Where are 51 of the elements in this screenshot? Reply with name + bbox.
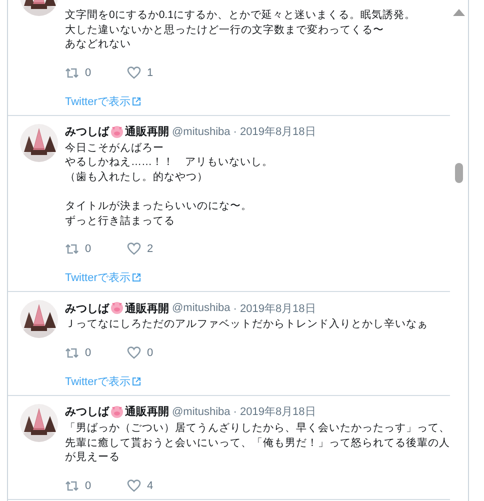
like-count: 4 <box>147 480 154 492</box>
heart-icon <box>127 66 141 80</box>
author-tag: 通販再開 <box>125 124 169 140</box>
retweet-icon <box>65 346 79 360</box>
scrollbar-thumb[interactable] <box>455 163 463 183</box>
tweet-date[interactable]: · 2019年8月18日 <box>233 300 316 316</box>
retweet-count: 0 <box>85 243 92 256</box>
author-handle[interactable]: @mitushiba <box>172 302 230 314</box>
retweet-icon <box>65 242 79 256</box>
tweet-text-line: タイトルが決まったらいいのにな〜。 <box>65 199 253 214</box>
view-on-twitter-link[interactable]: Twitterで表示 <box>65 374 142 389</box>
retweet-count: 0 <box>85 480 92 492</box>
external-link-icon <box>132 96 142 106</box>
tweet-date[interactable]: · 2019年8月18日 <box>233 124 316 140</box>
pig-icon <box>110 301 124 316</box>
author-name[interactable]: みつしば <box>65 404 109 420</box>
like-count: 0 <box>147 346 154 359</box>
retweet-icon <box>65 66 79 80</box>
tweet-date[interactable]: · 2019年8月18日 <box>233 404 316 420</box>
view-on-twitter-link[interactable]: Twitterで表示 <box>65 94 142 109</box>
tweet-text-line: やるしかねえ……！！ アリもいないし。 <box>65 155 274 170</box>
retweet-icon <box>65 478 79 493</box>
pig-icon <box>110 124 124 139</box>
view-on-twitter-link[interactable]: Twitterで表示 <box>65 270 142 286</box>
author-name[interactable]: みつしば <box>65 300 109 316</box>
tweet-text-line: 文字間を0にするか0.1にするか、とかで延々と迷いまくる。眠気誘発。 <box>65 8 416 23</box>
tweet-text-line: Ｊってなにしろただのアルファベットだからトレンド入りとかし辛いなぁ <box>65 317 429 332</box>
retweet-count: 0 <box>85 346 92 359</box>
like-count: 2 <box>147 243 154 256</box>
author-handle[interactable]: @mitushiba <box>172 406 230 418</box>
author-tag: 通販再開 <box>125 300 169 316</box>
tweet-text-line: ずっと行き詰まってる <box>65 214 176 228</box>
author-name[interactable]: みつしば <box>65 124 109 140</box>
external-link-icon <box>132 273 142 282</box>
tweet-text-line: （歯も入れたし。的なやつ） <box>65 170 209 185</box>
tweet-text-line: 大した違いないかと思ったけど一行の文字数まで変わってくる〜 <box>65 22 385 38</box>
heart-icon <box>127 346 141 360</box>
tweet-text-line: 先輩に癒して貰おうと会いにいって、「俺も男だ！」って怒られてる後輩の人 <box>65 436 450 450</box>
scroll-up-icon[interactable] <box>453 9 465 16</box>
pig-icon <box>110 404 124 419</box>
retweet-count: 0 <box>85 66 92 79</box>
heart-icon <box>127 242 141 256</box>
external-link-icon <box>132 376 142 386</box>
tweet-text-line: 今日こそがんばろー <box>65 140 165 156</box>
like-count: 1 <box>147 66 154 79</box>
tweet-text-line: あなどれない <box>65 37 132 52</box>
tweet-text-line: 「男ばっか（ごつい）居てうんざりしたから、早く会いたかったっす」って、 <box>65 420 450 436</box>
tweet-text-line: が見えーる <box>65 450 121 465</box>
author-tag: 通販再開 <box>125 404 169 420</box>
heart-icon <box>127 478 141 493</box>
author-handle[interactable]: @mitushiba <box>172 126 230 138</box>
